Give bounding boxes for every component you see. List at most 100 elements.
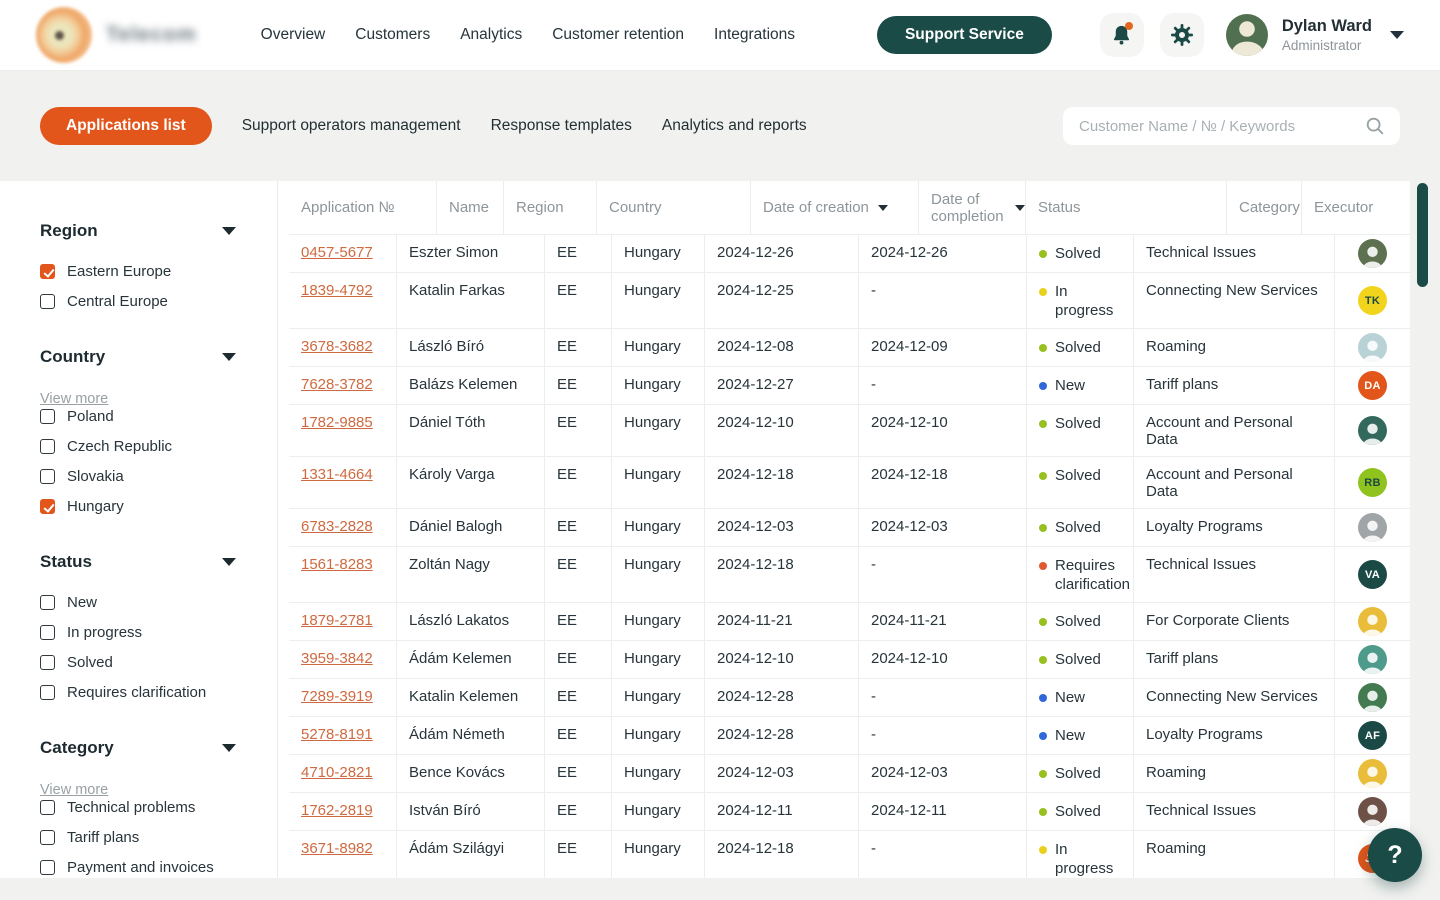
- executor-avatar[interactable]: VA: [1358, 560, 1387, 589]
- checkbox[interactable]: [40, 860, 55, 875]
- column-header[interactable]: Country: [597, 181, 751, 234]
- table-scrollbar[interactable]: [1417, 183, 1428, 287]
- filter-checkbox-item[interactable]: Tariff plans: [40, 829, 237, 846]
- checkbox[interactable]: [40, 294, 55, 309]
- column-header[interactable]: Executor: [1302, 181, 1373, 234]
- filter-checkbox-item[interactable]: In progress: [40, 624, 237, 641]
- checkbox[interactable]: [40, 830, 55, 845]
- search-input[interactable]: [1079, 118, 1364, 135]
- checkbox[interactable]: [40, 655, 55, 670]
- filter-checkbox-item[interactable]: Eastern Europe: [40, 263, 237, 280]
- executor-avatar[interactable]: [1358, 333, 1387, 362]
- application-number-link[interactable]: 6783-2828: [301, 518, 373, 535]
- checkbox[interactable]: [40, 595, 55, 610]
- filter-group-header[interactable]: Category: [40, 738, 236, 758]
- filter-checkbox-item[interactable]: Solved: [40, 654, 237, 671]
- filter-checkbox-item[interactable]: Requires clarification: [40, 684, 237, 701]
- nav-item[interactable]: Overview: [261, 26, 326, 44]
- sort-arrow-icon[interactable]: [1015, 205, 1025, 211]
- chevron-down-icon[interactable]: [1390, 31, 1404, 39]
- nav-item[interactable]: Integrations: [714, 26, 795, 44]
- application-number-link[interactable]: 1561-8283: [301, 556, 373, 573]
- application-number-link[interactable]: 1879-2781: [301, 612, 373, 629]
- search-icon[interactable]: [1364, 115, 1386, 137]
- executor-avatar[interactable]: [1358, 416, 1387, 445]
- nav-item[interactable]: Customers: [355, 26, 430, 44]
- notifications-button[interactable]: [1100, 13, 1144, 57]
- filter-checkbox-item[interactable]: Slovakia: [40, 468, 237, 485]
- table-row: 0457-5677 Eszter Simon EE Hungary 2024-1…: [289, 235, 1410, 273]
- checkbox[interactable]: [40, 469, 55, 484]
- filter-group-header[interactable]: Status: [40, 552, 236, 572]
- checkbox[interactable]: [40, 625, 55, 640]
- executor-avatar[interactable]: [1358, 645, 1387, 674]
- executor-avatar[interactable]: TK: [1358, 286, 1387, 315]
- filter-group-header[interactable]: Region: [40, 221, 236, 241]
- checkbox[interactable]: [40, 409, 55, 424]
- column-header[interactable]: Region: [504, 181, 597, 234]
- checkbox[interactable]: [40, 685, 55, 700]
- settings-button[interactable]: [1160, 13, 1204, 57]
- executor-avatar[interactable]: [1358, 797, 1387, 826]
- application-number-link[interactable]: 1762-2819: [301, 802, 373, 819]
- help-button[interactable]: ?: [1368, 828, 1422, 882]
- top-bar: Telecom Overview Customers Analytics Cus…: [0, 0, 1440, 71]
- tab[interactable]: Support operators management: [242, 107, 461, 145]
- column-header[interactable]: Date of creation: [751, 181, 919, 234]
- tab[interactable]: Response templates: [491, 107, 632, 145]
- checkbox[interactable]: [40, 264, 55, 279]
- application-number-link[interactable]: 7289-3919: [301, 688, 373, 705]
- filter-checkbox-item[interactable]: Poland: [40, 408, 237, 425]
- user-menu[interactable]: Dylan Ward Administrator: [1226, 14, 1404, 56]
- checkbox[interactable]: [40, 800, 55, 815]
- executor-avatar[interactable]: [1358, 607, 1387, 636]
- application-number-link[interactable]: 1839-4792: [301, 282, 373, 299]
- date-of-creation-cell: 2024-12-10: [705, 641, 859, 678]
- view-more-link[interactable]: View more: [40, 782, 108, 798]
- executor-avatar[interactable]: [1358, 759, 1387, 788]
- application-number-link[interactable]: 5278-8191: [301, 726, 373, 743]
- executor-avatar[interactable]: AF: [1358, 721, 1387, 750]
- application-number-link[interactable]: 7628-3782: [301, 376, 373, 393]
- filter-checkbox-item[interactable]: Technical problems: [40, 799, 237, 816]
- support-service-button[interactable]: Support Service: [877, 16, 1052, 54]
- brand[interactable]: Telecom: [36, 7, 197, 63]
- column-header[interactable]: Application №: [289, 181, 437, 234]
- checkbox[interactable]: [40, 439, 55, 454]
- executor-avatar[interactable]: RB: [1358, 468, 1387, 497]
- executor-avatar[interactable]: [1358, 683, 1387, 712]
- executor-avatar[interactable]: DA: [1358, 371, 1387, 400]
- filter-checkbox-item[interactable]: New: [40, 594, 237, 611]
- application-number-link[interactable]: 4710-2821: [301, 764, 373, 781]
- executor-avatar[interactable]: [1358, 239, 1387, 268]
- checkbox[interactable]: [40, 499, 55, 514]
- filter-checkbox-item[interactable]: Czech Republic: [40, 438, 237, 455]
- chevron-down-icon[interactable]: [222, 353, 236, 361]
- application-number-link[interactable]: 1331-4664: [301, 466, 373, 483]
- chevron-down-icon[interactable]: [222, 744, 236, 752]
- nav-item[interactable]: Analytics: [460, 26, 522, 44]
- executor-avatar[interactable]: [1358, 513, 1387, 542]
- application-number-link[interactable]: 0457-5677: [301, 244, 373, 261]
- tab[interactable]: Analytics and reports: [662, 107, 807, 145]
- application-number-link[interactable]: 3671-8982: [301, 840, 373, 857]
- filter-checkbox-item[interactable]: Payment and invoices: [40, 859, 237, 876]
- customer-name-cell: Zoltán Nagy: [397, 547, 545, 602]
- chevron-down-icon[interactable]: [222, 227, 236, 235]
- column-header[interactable]: Category: [1227, 181, 1302, 234]
- application-number-link[interactable]: 3959-3842: [301, 650, 373, 667]
- filter-group-header[interactable]: Country: [40, 347, 236, 367]
- filter-checkbox-item[interactable]: Hungary: [40, 498, 237, 515]
- column-header[interactable]: Name: [437, 181, 504, 234]
- column-header[interactable]: Status: [1026, 181, 1227, 234]
- application-number-link[interactable]: 1782-9885: [301, 414, 373, 431]
- chevron-down-icon[interactable]: [222, 558, 236, 566]
- column-header[interactable]: Date of completion: [919, 181, 1026, 234]
- nav-item[interactable]: Customer retention: [552, 26, 684, 44]
- view-more-link[interactable]: View more: [40, 391, 108, 407]
- sort-arrow-icon[interactable]: [878, 205, 888, 211]
- filter-checkbox-item[interactable]: Central Europe: [40, 293, 237, 310]
- section-tabs: Applications list Support operators mana…: [40, 107, 807, 145]
- tab[interactable]: Applications list: [40, 107, 212, 145]
- application-number-link[interactable]: 3678-3682: [301, 338, 373, 355]
